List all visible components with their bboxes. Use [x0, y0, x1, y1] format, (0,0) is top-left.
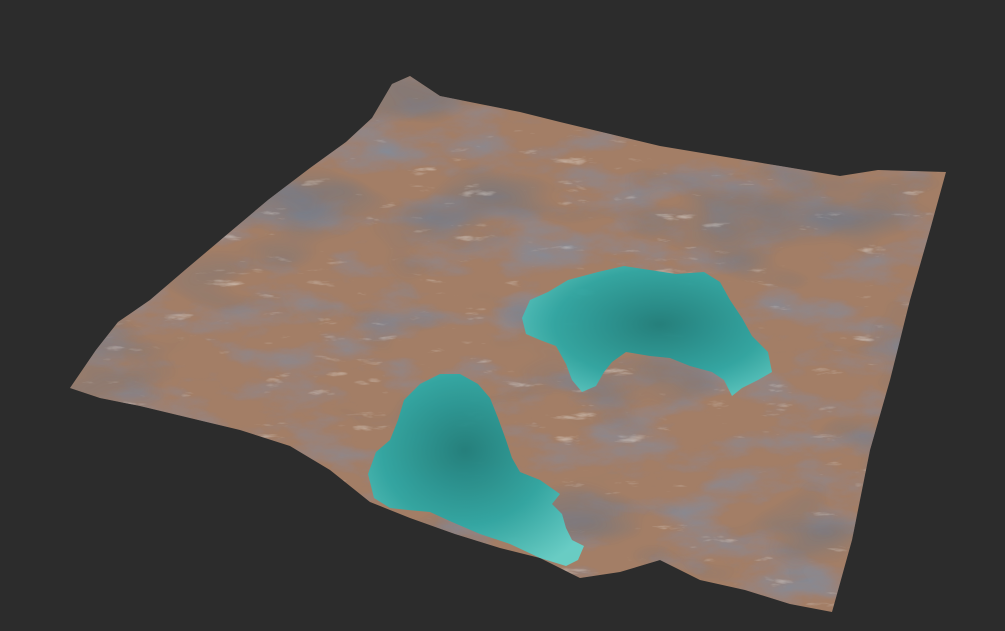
terrain-render — [70, 76, 946, 612]
3d-viewport[interactable] — [0, 0, 1005, 631]
